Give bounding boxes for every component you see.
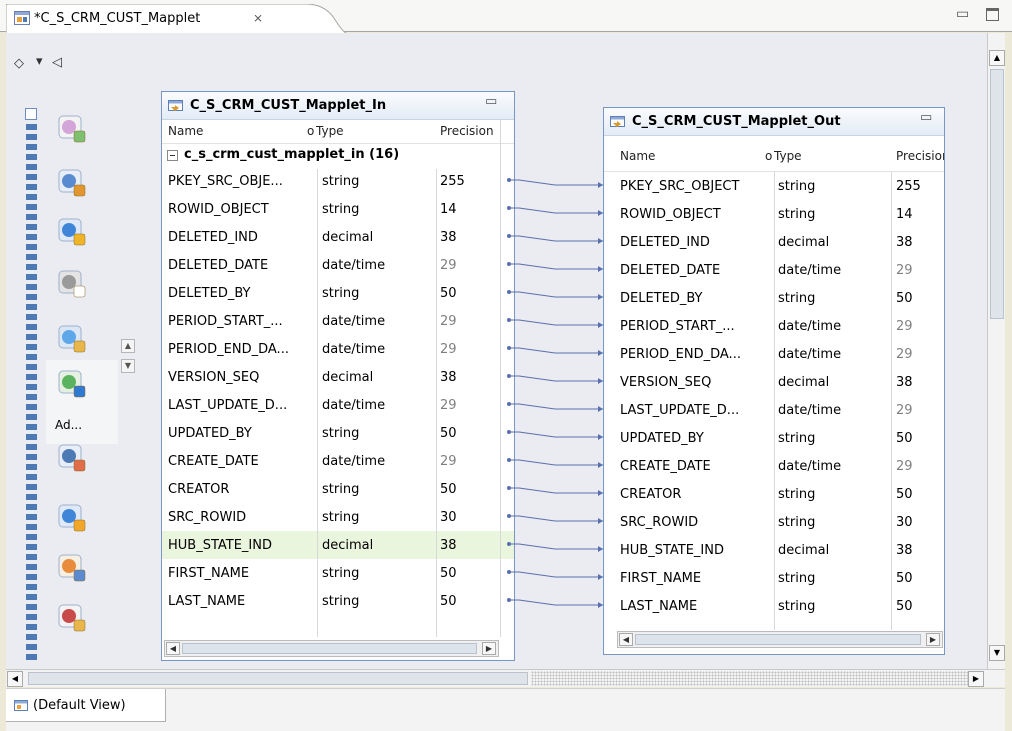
scroll-up-icon[interactable]: ▲ [989,50,1005,66]
link-source-dot [507,346,511,350]
view-tab-bar: (Default View) [6,688,1005,731]
port-link[interactable] [509,599,603,606]
port-link[interactable] [509,431,603,438]
scroll-left-icon[interactable]: ◀ [7,671,23,687]
scroll-down-icon[interactable]: ▼ [989,645,1005,661]
link-arrow-icon [598,294,603,300]
view-icon [14,700,28,711]
link-source-dot [507,402,511,406]
port-link[interactable] [509,263,603,270]
port-link[interactable] [509,375,603,382]
scroll-right-icon[interactable]: ▶ [968,671,984,687]
scroll-thumb[interactable] [28,672,528,685]
link-arrow-icon [598,182,603,188]
port-link[interactable] [509,235,603,242]
link-source-dot [507,486,511,490]
link-source-dot [507,570,511,574]
link-arrow-icon [598,490,603,496]
link-source-dot [507,458,511,462]
link-source-dot [507,178,511,182]
port-link[interactable] [509,179,603,186]
link-source-dot [507,290,511,294]
default-view-label: (Default View) [33,698,126,713]
link-source-dot [507,262,511,266]
port-link[interactable] [509,459,603,466]
link-source-dot [507,598,511,602]
link-source-dot [507,234,511,238]
link-arrow-icon [598,546,603,552]
canvas-vertical-scrollbar[interactable]: ▲ ▼ [987,33,1005,669]
link-arrow-icon [598,518,603,524]
scroll-thumb[interactable] [990,69,1004,319]
scroll-track[interactable] [531,671,983,686]
link-source-dot [507,206,511,210]
link-arrow-icon [598,378,603,384]
link-source-dot [507,430,511,434]
port-link[interactable] [509,403,603,410]
link-arrow-icon [598,406,603,412]
port-link[interactable] [509,319,603,326]
link-source-dot [507,514,511,518]
port-link[interactable] [509,515,603,522]
link-arrow-icon [598,602,603,608]
port-link[interactable] [509,291,603,298]
port-link[interactable] [509,347,603,354]
default-view-tab[interactable]: (Default View) [6,689,166,722]
port-link[interactable] [509,207,603,214]
link-arrow-icon [598,462,603,468]
link-arrow-icon [598,322,603,328]
link-source-dot [507,318,511,322]
link-arrow-icon [598,574,603,580]
link-source-dot [507,374,511,378]
port-links [507,178,603,608]
link-arrow-icon [598,238,603,244]
link-arrow-icon [598,434,603,440]
link-arrow-icon [598,350,603,356]
link-arrow-icon [598,210,603,216]
canvas-horizontal-scrollbar[interactable]: ◀ ▶ [6,669,1005,687]
port-link[interactable] [509,543,603,550]
link-source-dot [507,542,511,546]
link-arrow-icon [598,266,603,272]
port-link[interactable] [509,487,603,494]
port-link[interactable] [509,571,603,578]
